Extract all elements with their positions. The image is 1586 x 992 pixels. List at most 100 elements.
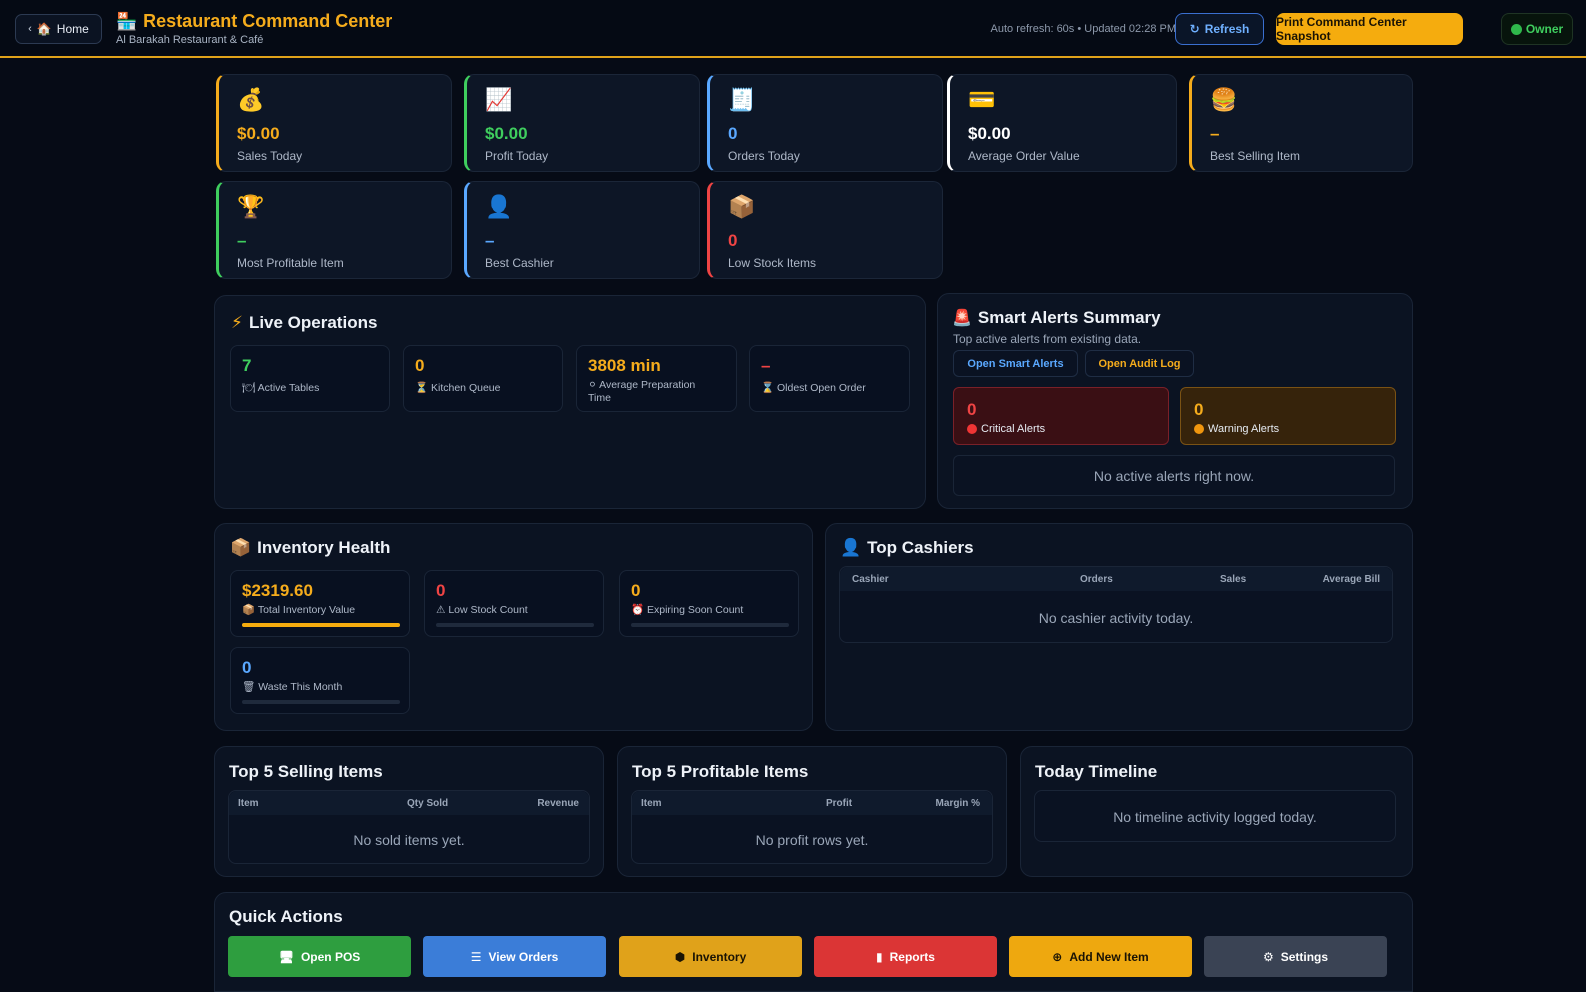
top-profitable-title: Top 5 Profitable Items [632, 762, 809, 781]
kpi-value: 0 [728, 124, 738, 143]
column-header-margin: Margin % [935, 798, 980, 809]
quick-action-label: Add New Item [1069, 949, 1149, 964]
kpi-card-best-selling-item: 🍔 – Best Selling Item [1189, 74, 1413, 172]
plus-circle-icon: ⊕ [1052, 949, 1063, 964]
column-header-qty-sold: Qty Sold [407, 798, 449, 809]
package-icon: 📦 [242, 604, 258, 616]
kpi-value: $0.00 [485, 124, 528, 143]
progress-bar [242, 623, 400, 627]
open-pos-button[interactable]: 🖥 Open POS [228, 936, 411, 977]
quick-actions-title: Quick Actions [229, 907, 343, 926]
kpi-value: – [237, 231, 247, 250]
receipt-icon: 🧾 [728, 87, 756, 112]
timeline-empty-message: No timeline activity logged today. [1113, 809, 1317, 825]
top-selling-title: Top 5 Selling Items [229, 762, 383, 781]
live-stat-label-row: 🍽 Active Tables [242, 382, 362, 395]
view-orders-button[interactable]: ☰ View Orders [423, 936, 606, 977]
kpi-label: Orders Today [728, 149, 800, 163]
today-timeline-title: Today Timeline [1035, 762, 1158, 781]
open-audit-log-link[interactable]: Open Audit Log [1085, 350, 1194, 377]
inventory-stat-label-row: ⚠ Low Stock Count [436, 604, 528, 617]
top-cashiers-title: 👤 Top Cashiers [840, 538, 974, 557]
smart-alerts-subtitle: Top active alerts from existing data. [953, 332, 1142, 346]
inventory-stat-label-row: 📦 Total Inventory Value [242, 604, 355, 617]
inventory-stat-label: Expiring Soon Count [647, 604, 744, 616]
critical-alerts-card: 0 Critical Alerts [953, 387, 1169, 445]
reports-button[interactable]: ▮ Reports [814, 936, 997, 977]
clock-icon: ⚪ [588, 379, 600, 391]
refresh-button[interactable]: ↻ Refresh [1175, 13, 1264, 45]
role-badge[interactable]: Owner [1501, 13, 1573, 45]
inventory-stat-value: 0 [436, 581, 446, 600]
timeline-empty-box: No timeline activity logged today. [1034, 790, 1396, 842]
column-header-item: Item [238, 798, 259, 809]
package-icon: 📦 [728, 194, 756, 219]
inventory-stat-label-row: ⏰ Expiring Soon Count [631, 604, 743, 617]
add-new-item-button[interactable]: ⊕ Add New Item [1009, 936, 1192, 977]
inventory-stat-total-inventory-value: $2319.60 📦 Total Inventory Value [230, 570, 410, 637]
live-stat-value: 7 [242, 356, 252, 375]
trash-icon: 🗑 [242, 681, 259, 693]
top-profitable-panel: Top 5 Profitable Items Item Profit Margi… [617, 746, 1007, 877]
column-header-profit: Profit [826, 798, 853, 809]
kpi-card-most-profitable-item: 🏆 – Most Profitable Item [216, 181, 452, 279]
package-icon: 📦 [230, 538, 252, 557]
kpi-label: Average Order Value [968, 149, 1080, 163]
inventory-stat-label: Waste This Month [258, 681, 343, 693]
inventory-button[interactable]: ⬢ Inventory [619, 936, 802, 977]
live-stat-value: 0 [415, 356, 425, 375]
inventory-stat-label: Total Inventory Value [257, 604, 356, 616]
kpi-card-orders-today: 🧾 0 Orders Today [707, 74, 943, 172]
top-profitable-empty-message: No profit rows yet. [755, 832, 869, 848]
warning-alerts-card: 0 Warning Alerts [1180, 387, 1396, 445]
hourglass-icon: ⌛ [761, 382, 777, 394]
alarm-clock-icon: ⏰ [631, 604, 647, 616]
smart-alerts-title: 🚨 Smart Alerts Summary [952, 308, 1161, 327]
red-dot-icon [967, 424, 977, 434]
kpi-card-profit-today: 📈 $0.00 Profit Today [464, 74, 700, 172]
table-header: Cashier Orders Sales Average Bill [840, 567, 1392, 591]
lightning-icon: ⚡ [231, 313, 243, 332]
warning-icon: ⚠ [436, 604, 449, 616]
auto-refresh-status: Auto refresh: 60s • Updated 02:28 PM [990, 23, 1176, 35]
inventory-stat-label: Low Stock Count [448, 604, 528, 616]
progress-bar [631, 623, 789, 627]
home-button[interactable]: ‹ 🏠 Home [15, 14, 102, 44]
user-icon: 👤 [840, 538, 862, 557]
top-selling-panel: Top 5 Selling Items Item Qty Sold Revenu… [214, 746, 604, 877]
quick-action-label: Settings [1280, 949, 1329, 964]
kpi-label: Best Selling Item [1210, 149, 1301, 163]
top-selling-empty-message: No sold items yet. [353, 832, 465, 848]
warning-alerts-value: 0 [1194, 400, 1204, 419]
inventory-health-title: 📦 Inventory Health [230, 538, 391, 557]
kpi-value: $0.00 [968, 124, 1011, 143]
top-cashiers-panel: 👤 Top Cashiers Cashier Orders Sales Aver… [825, 523, 1413, 731]
settings-button[interactable]: ⚙ Settings [1204, 936, 1387, 977]
alarm-icon: 🚨 [952, 310, 972, 327]
kpi-value: – [1210, 124, 1220, 143]
progress-bar [436, 623, 594, 627]
quick-action-label: Open POS [300, 949, 361, 964]
column-header-cashier: Cashier [852, 574, 889, 585]
list-icon: ☰ [470, 949, 482, 964]
credit-card-icon: 💳 [968, 87, 996, 112]
kpi-card-sales-today: 💰 $0.00 Sales Today [216, 74, 452, 172]
table-header: Item Profit Margin % [632, 791, 992, 815]
column-header-average-bill: Average Bill [1322, 574, 1380, 585]
live-stat-value: – [761, 356, 771, 375]
money-bag-icon: 💰 [237, 87, 265, 112]
quick-action-label: Reports [889, 949, 935, 964]
inventory-stat-value: $2319.60 [242, 581, 313, 600]
open-smart-alerts-link[interactable]: Open Smart Alerts [953, 350, 1078, 377]
column-header-item: Item [641, 798, 662, 809]
bar-chart-icon: ▮ [876, 949, 883, 964]
kpi-label: Low Stock Items [728, 256, 817, 270]
print-snapshot-button[interactable]: Print Command Center Snapshot [1276, 13, 1463, 45]
live-operations-title: ⚡ Live Operations [231, 313, 378, 332]
restaurant-name: Al Barakah Restaurant & Café [116, 34, 264, 46]
kpi-card-low-stock-items: 📦 0 Low Stock Items [707, 181, 943, 279]
warning-alerts-label-row: Warning Alerts [1194, 423, 1279, 435]
alerts-empty-message: No active alerts right now. [1093, 468, 1255, 484]
live-stat-kitchen-queue: 0 ⏳ Kitchen Queue [403, 345, 563, 412]
user-icon: 👤 [485, 194, 513, 219]
